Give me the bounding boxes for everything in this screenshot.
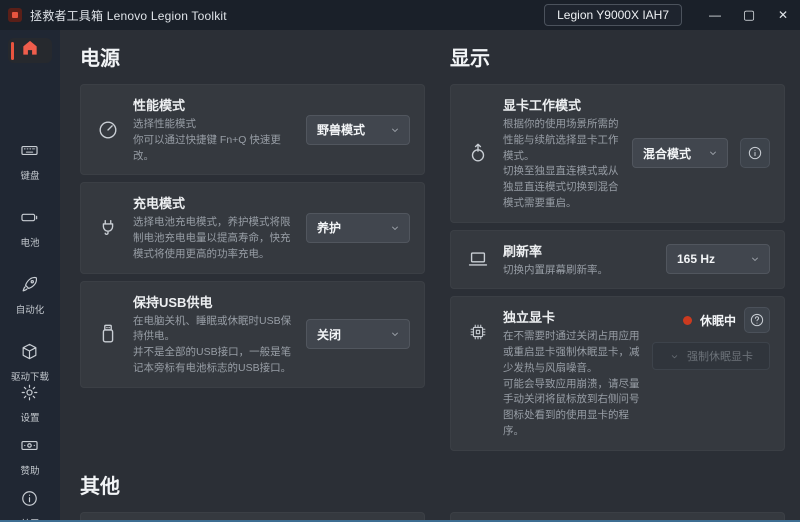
plug-icon <box>95 217 121 239</box>
performance-mode-dropdown[interactable]: 野兽模式 <box>306 115 410 145</box>
force-gpu-sleep-button[interactable]: 强制休眠显卡 <box>652 342 770 370</box>
maximize-button[interactable]: ▢ <box>732 0 766 30</box>
section-other: 其他 锁定触摸板 停用触摸板。推荐在使用鼠标时开启以避免误触。 <box>80 470 785 521</box>
card-description: 根据你的使用场景所需的性能与续航选择显卡工作模式。 切换至独显直连模式或从独显直… <box>503 117 620 212</box>
card-title: 充电模式 <box>133 193 294 212</box>
chevron-down-icon <box>389 222 401 234</box>
dgpu-status-text: 休眠中 <box>700 312 736 329</box>
sidebar-item-keyboard[interactable]: 键盘 <box>20 141 39 182</box>
other-right-column: 开盖启动 打开盖子时将会自动开启笔记本。 OverDrive 开启 <box>450 512 785 521</box>
card-description: 选择电池充电模式，养护模式将限制电池充电电量以提高寿命，快充模式将使用更高的功率… <box>133 215 294 262</box>
sidebar-item-about[interactable]: 关于 <box>20 489 39 520</box>
card-title: 性能模式 <box>133 95 294 114</box>
card-title: 刷新率 <box>503 241 654 260</box>
dgpu-help-button[interactable] <box>744 307 770 333</box>
card-discrete-gpu: 独立显卡 在不需要时通过关闭占用应用或重启显卡强制休眠显卡，减少发热与风扇噪音。… <box>450 296 785 450</box>
sidebar-item-label: 键盘 <box>20 168 39 182</box>
gauge-icon <box>95 119 121 141</box>
card-title: 独立显卡 <box>503 307 640 326</box>
usb-power-dropdown[interactable]: 关闭 <box>306 319 410 349</box>
minimize-button[interactable]: — <box>698 0 732 30</box>
dropdown-value: 野兽模式 <box>317 121 365 138</box>
gpu-mode-dropdown[interactable]: 混合模式 <box>632 138 728 168</box>
sidebar-item-automation[interactable]: 自动化 <box>16 275 45 316</box>
dropdown-value: 混合模式 <box>643 145 691 162</box>
info-circle-icon <box>747 145 763 161</box>
other-left-column: 锁定触摸板 停用触摸板。推荐在使用鼠标时开启以避免误触。 锁定Fn键 <box>80 512 425 521</box>
package-icon <box>20 342 39 366</box>
keyboard-icon <box>20 141 39 165</box>
sidebar-item-label: 关于 <box>20 516 39 520</box>
sidebar-item-settings[interactable]: 设置 <box>20 383 39 424</box>
active-indicator <box>11 42 14 60</box>
chevron-down-icon <box>707 147 719 159</box>
sidebar-item-home[interactable] <box>8 38 52 63</box>
close-button[interactable]: ✕ <box>766 0 800 30</box>
sidebar-bottom: 设置 赞助 关于 <box>20 383 39 520</box>
sidebar-item-battery[interactable]: 电池 <box>20 208 39 249</box>
card-description: 在电脑关机、睡眠或休眠时USB保持供电。 并不是全部的USB接口，一般是笔记本旁… <box>133 314 294 377</box>
card-description: 选择性能模式 你可以通过快捷键 Fn+Q 快速更改。 <box>133 117 294 164</box>
card-gpu-working-mode: 显卡工作模式 根据你的使用场景所需的性能与续航选择显卡工作模式。 切换至独显直连… <box>450 84 785 223</box>
sidebar-item-label: 电池 <box>20 235 39 249</box>
chevron-down-icon <box>669 351 680 362</box>
section-heading-display: 显示 <box>450 42 785 71</box>
button-label: 强制休眠显卡 <box>687 348 753 364</box>
card-title: 保持USB供电 <box>133 292 294 311</box>
dgpu-status-dot <box>683 316 692 325</box>
banknote-icon <box>20 436 39 460</box>
battery-icon <box>20 208 39 232</box>
sidebar-item-label: 设置 <box>20 410 39 424</box>
main-content: 电源 性能模式 选择性能模式 你可以通过快捷键 Fn+Q 快速更改。 野兽模式 <box>60 30 800 520</box>
card-usb-power: 保持USB供电 在电脑关机、睡眠或休眠时USB保持供电。 并不是全部的USB接口… <box>80 281 425 388</box>
titlebar: 拯救者工具箱 Lenovo Legion Toolkit Legion Y900… <box>0 0 800 30</box>
app-title: 拯救者工具箱 Lenovo Legion Toolkit <box>30 7 227 24</box>
usb-icon <box>95 323 121 345</box>
laptop-icon <box>465 248 491 270</box>
chevron-down-icon <box>389 124 401 136</box>
card-description: 切换内置屏幕刷新率。 <box>503 263 654 279</box>
sidebar-item-sponsor[interactable]: 赞助 <box>20 436 39 477</box>
sidebar-nav: 键盘 电池 自动化 驱 <box>11 141 49 383</box>
device-selector[interactable]: Legion Y9000X IAH7 <box>544 4 682 26</box>
card-description: 在不需要时通过关闭占用应用或重启显卡强制休眠显卡，减少发热与风扇噪音。 可能会导… <box>503 329 640 439</box>
dropdown-value: 养护 <box>317 219 341 236</box>
sidebar-item-label: 驱动下载 <box>11 369 49 383</box>
gpu-mode-info-button[interactable] <box>740 138 770 168</box>
gear-icon <box>20 383 39 407</box>
section-heading-other: 其他 <box>80 470 785 499</box>
section-heading-power: 电源 <box>80 42 425 71</box>
dropdown-value: 165 Hz <box>677 252 715 266</box>
sidebar-item-label: 赞助 <box>20 463 39 477</box>
sidebar-item-downloads[interactable]: 驱动下载 <box>11 342 49 383</box>
card-lid-open-boot: 开盖启动 打开盖子时将会自动开启笔记本。 <box>450 512 785 521</box>
question-circle-icon <box>749 312 765 328</box>
section-display: 显示 显卡工作模式 根据你的使用场景所需的性能与续航选择显卡工作模式。 切换至独… <box>450 30 785 458</box>
dropdown-value: 关闭 <box>317 326 341 343</box>
chip-icon <box>465 321 491 343</box>
chevron-down-icon <box>389 328 401 340</box>
card-title: 显卡工作模式 <box>503 95 620 114</box>
card-performance-mode: 性能模式 选择性能模式 你可以通过快捷键 Fn+Q 快速更改。 野兽模式 <box>80 84 425 175</box>
charge-mode-dropdown[interactable]: 养护 <box>306 213 410 243</box>
sidebar-item-label: 自动化 <box>16 302 45 316</box>
chevron-down-icon <box>749 253 761 265</box>
app-logo-icon <box>8 8 22 22</box>
home-icon <box>20 38 40 63</box>
rocket-icon <box>20 275 39 299</box>
info-circle-icon <box>20 489 39 513</box>
refresh-rate-dropdown[interactable]: 165 Hz <box>666 244 770 274</box>
app-window: 拯救者工具箱 Lenovo Legion Toolkit Legion Y900… <box>0 0 800 522</box>
section-power: 电源 性能模式 选择性能模式 你可以通过快捷键 Fn+Q 快速更改。 野兽模式 <box>80 30 425 458</box>
card-charge-mode: 充电模式 选择电池充电模式，养护模式将限制电池充电电量以提高寿命，快充模式将使用… <box>80 182 425 273</box>
gpu-mode-icon <box>465 142 491 164</box>
card-refresh-rate: 刷新率 切换内置屏幕刷新率。 165 Hz <box>450 230 785 290</box>
card-lock-touchpad: 锁定触摸板 停用触摸板。推荐在使用鼠标时开启以避免误触。 <box>80 512 425 521</box>
sidebar: 键盘 电池 自动化 驱 <box>0 30 60 520</box>
